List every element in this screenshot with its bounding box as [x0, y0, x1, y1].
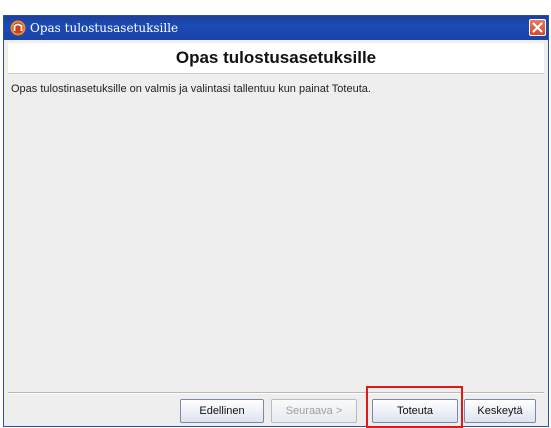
close-icon	[532, 22, 543, 33]
completion-message: Opas tulostinasetuksille on valmis ja va…	[11, 83, 371, 95]
finish-button[interactable]: Toteuta	[372, 399, 458, 423]
button-bar-divider	[8, 392, 544, 394]
window-title: Opas tulostusasetuksille	[30, 21, 179, 35]
wizard-dialog: Opas tulostusasetuksille Opas tulostusas…	[3, 15, 549, 427]
wizard-header: Opas tulostusasetuksille	[8, 43, 544, 74]
title-bar[interactable]: Opas tulostusasetuksille	[4, 16, 548, 40]
app-logo-icon	[10, 20, 26, 36]
previous-button[interactable]: Edellinen	[180, 399, 264, 423]
next-button[interactable]: Seuraava >	[271, 399, 357, 423]
close-button[interactable]	[529, 19, 546, 36]
page-title: Opas tulostusasetuksille	[175, 48, 377, 67]
cancel-button[interactable]: Keskeytä	[464, 399, 536, 423]
